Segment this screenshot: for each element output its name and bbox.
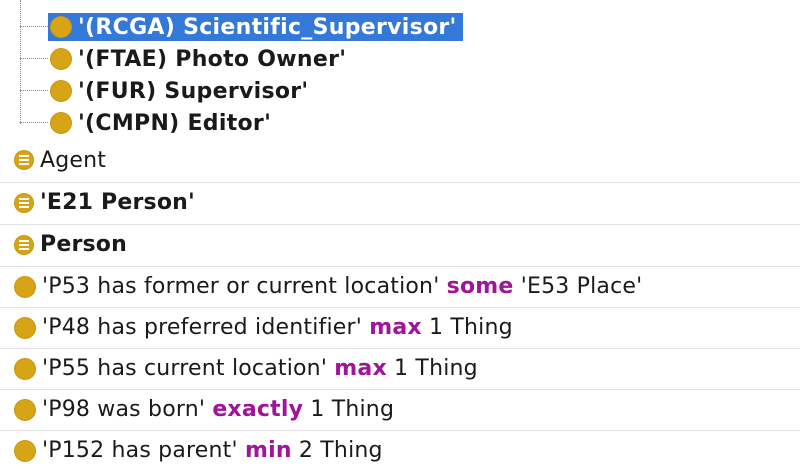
restriction-row-p55[interactable]: 'P55 has current location' max 1 Thing [0,348,800,388]
tree-node-photo-owner[interactable]: '(FTAE) Photo Owner' [20,43,720,75]
restriction-text: 'P55 has current location' max 1 Thing [42,356,478,381]
superclass-dot-icon [14,439,36,462]
tree-node-label: '(CMPN) Editor' [48,109,277,137]
superclass-dot-icon [14,275,36,298]
restriction-filler: 1 Thing [394,356,478,381]
individual-dot-icon [50,16,72,38]
restriction-property: 'P152 has parent' [42,438,238,463]
tree-node-supervisor[interactable]: '(FUR) Supervisor' [20,75,720,107]
tree-branch-line [20,26,48,27]
restriction-text: 'P98 was born' exactly 1 Thing [42,397,394,422]
superclass-dot-icon [14,316,36,339]
restriction-keyword: exactly [212,397,304,422]
restriction-filler: 1 Thing [310,397,395,422]
class-label: Person [40,232,127,257]
equivalent-class-icon [14,234,34,255]
superclass-dot-icon [14,398,36,421]
restriction-property: 'P98 was born' [42,397,206,422]
superclass-row-agent[interactable]: Agent [0,140,800,180]
restriction-text: 'P53 has former or current location' som… [42,274,642,299]
superclass-dot-icon [14,357,36,380]
class-label: Agent [40,147,107,173]
equivalent-class-icon [14,150,34,170]
restriction-filler: 2 Thing [298,438,383,463]
restriction-row-p48[interactable]: 'P48 has preferred identifier' max 1 Thi… [0,307,800,347]
restriction-text: 'P48 has preferred identifier' max 1 Thi… [42,315,513,340]
class-hierarchy-tree: '(RCGA) Scientific_Supervisor' '(FTAE) P… [0,0,800,140]
superclass-row-e21-person[interactable]: 'E21 Person' [0,182,800,222]
tree-node-scientific-supervisor[interactable]: '(RCGA) Scientific_Supervisor' [20,11,720,43]
tree-node-editor[interactable]: '(CMPN) Editor' [20,107,720,139]
tree-node-label: '(FUR) Supervisor' [48,77,314,105]
individual-dot-icon [50,48,72,70]
restriction-keyword: max [334,356,387,381]
individual-dot-icon [50,112,72,134]
tree-branch-line [20,122,48,123]
restriction-property: 'P48 has preferred identifier' [42,315,363,340]
restriction-keyword: min [244,438,292,463]
tree-node-label: '(RCGA) Scientific_Supervisor' [48,13,463,41]
superclass-row-person[interactable]: Person [0,224,800,264]
restriction-row-p98[interactable]: 'P98 was born' exactly 1 Thing [0,389,800,429]
tree-branch-line [20,90,48,91]
restriction-filler: 'E53 Place' [520,274,643,299]
equivalent-class-icon [14,192,34,213]
tree-node-text: '(FTAE) Photo Owner' [78,46,347,72]
restriction-text: 'P152 has parent' min 2 Thing [42,438,383,463]
restriction-filler: 1 Thing [428,315,513,340]
tree-node-text: '(CMPN) Editor' [78,110,272,136]
restriction-property: 'P53 has former or current location' [42,274,440,299]
restriction-row-p53[interactable]: 'P53 has former or current location' som… [0,266,800,306]
restriction-row-p152[interactable]: 'P152 has parent' min 2 Thing [0,430,800,470]
restriction-keyword: max [369,315,422,340]
tree-node-label: '(FTAE) Photo Owner' [48,45,352,73]
restriction-keyword: some [446,274,514,299]
class-label: 'E21 Person' [40,190,195,215]
tree-branch-line [20,58,48,59]
tree-node-text: '(FUR) Supervisor' [78,78,309,104]
individual-dot-icon [50,80,72,102]
tree-node-text: '(RCGA) Scientific_Supervisor' [78,14,457,40]
restriction-property: 'P55 has current location' [42,356,328,381]
